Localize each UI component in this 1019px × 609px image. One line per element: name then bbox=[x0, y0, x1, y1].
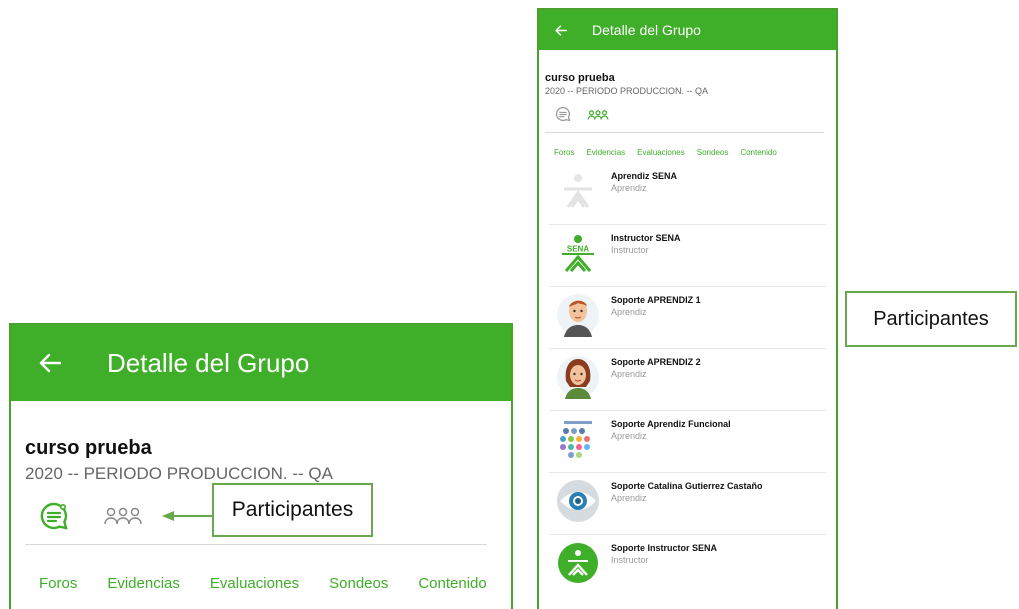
chat-bubble-icon[interactable] bbox=[555, 106, 571, 122]
participant-name: Aprendiz SENA bbox=[611, 171, 678, 181]
tab-bar: Foros Evidencias Evaluaciones Sondeos Co… bbox=[25, 575, 511, 592]
tab-sondeos[interactable]: Sondeos bbox=[329, 575, 388, 592]
divider bbox=[545, 132, 824, 133]
course-period: 2020 -- PERIODO PRODUCCION. -- QA bbox=[545, 86, 709, 96]
people-group-icon[interactable] bbox=[103, 505, 143, 527]
participant-name: Instructor SENA bbox=[611, 233, 681, 243]
participant-name: Soporte Aprendiz Funcional bbox=[611, 419, 731, 429]
arrow-left-icon[interactable] bbox=[33, 346, 67, 380]
sena-faded-logo-icon bbox=[556, 169, 600, 213]
participant-role: Aprendiz bbox=[611, 493, 647, 503]
tab-evaluaciones[interactable]: Evaluaciones bbox=[637, 148, 685, 157]
participants-callout: Participantes bbox=[845, 291, 1017, 347]
tab-foros[interactable]: Foros bbox=[554, 148, 574, 157]
participant-role: Aprendiz bbox=[611, 431, 647, 441]
list-item[interactable]: Soporte APRENDIZ 2 Aprendiz bbox=[539, 349, 836, 411]
tab-evidencias[interactable]: Evidencias bbox=[107, 575, 180, 592]
participant-name: Soporte Instructor SENA bbox=[611, 543, 718, 553]
app-bar: Detalle del Grupo bbox=[11, 325, 511, 401]
female-avatar-icon bbox=[556, 355, 600, 399]
list-item[interactable]: Soporte Aprendiz Funcional Aprendiz bbox=[539, 411, 836, 473]
tab-evidencias[interactable]: Evidencias bbox=[586, 148, 625, 157]
people-group-icon[interactable] bbox=[587, 108, 609, 120]
full-group-detail-panel: Detalle del Grupo curso prueba 2020 -- P… bbox=[537, 8, 838, 609]
arrow-left-icon[interactable] bbox=[552, 21, 570, 39]
divider bbox=[25, 544, 487, 545]
participants-callout: Participantes bbox=[212, 483, 373, 537]
sena-circle-avatar-icon bbox=[556, 541, 600, 585]
eye-avatar-icon bbox=[556, 479, 600, 523]
participant-role: Aprendiz bbox=[611, 369, 647, 379]
tab-sondeos[interactable]: Sondeos bbox=[697, 148, 729, 157]
male-avatar-icon bbox=[556, 293, 600, 337]
svg-text:SENA: SENA bbox=[567, 245, 589, 254]
list-item[interactable]: SENA Instructor SENA Instructor bbox=[539, 225, 836, 287]
participant-name: Soporte APRENDIZ 2 bbox=[611, 357, 701, 367]
participants-list: Aprendiz SENA Aprendiz SENA Instructor S… bbox=[539, 163, 836, 597]
chat-bubble-icon[interactable] bbox=[39, 501, 69, 531]
course-name: curso prueba bbox=[25, 437, 152, 459]
page-title: Detalle del Grupo bbox=[107, 347, 310, 378]
app-bar: Detalle del Grupo bbox=[539, 10, 836, 50]
course-name: curso prueba bbox=[545, 72, 615, 84]
participant-name: Soporte Catalina Gutierrez Castaño bbox=[611, 481, 763, 491]
tab-bar: Foros Evidencias Evaluaciones Sondeos Co… bbox=[545, 148, 836, 157]
tab-contenido[interactable]: Contenido bbox=[418, 575, 486, 592]
list-item[interactable]: Soporte APRENDIZ 1 Aprendiz bbox=[539, 287, 836, 349]
zoomed-group-detail-panel: Detalle del Grupo curso prueba 2020 -- P… bbox=[9, 323, 513, 609]
tab-foros[interactable]: Foros bbox=[39, 575, 77, 592]
participant-role: Aprendiz bbox=[611, 183, 647, 193]
tab-evaluaciones[interactable]: Evaluaciones bbox=[210, 575, 299, 592]
participant-role: Instructor bbox=[611, 245, 649, 255]
list-item[interactable]: Soporte Catalina Gutierrez Castaño Apren… bbox=[539, 473, 836, 535]
tab-contenido[interactable]: Contenido bbox=[740, 148, 776, 157]
participant-name: Soporte APRENDIZ 1 bbox=[611, 295, 701, 305]
participant-role: Aprendiz bbox=[611, 307, 647, 317]
list-item[interactable]: Aprendiz SENA Aprendiz bbox=[539, 163, 836, 225]
dots-avatar-icon bbox=[556, 417, 600, 461]
callout-arrow-icon bbox=[162, 511, 214, 521]
sena-logo-icon: SENA bbox=[556, 231, 600, 275]
course-period: 2020 -- PERIODO PRODUCCION. -- QA bbox=[25, 464, 333, 483]
list-item[interactable]: Soporte Instructor SENA Instructor bbox=[539, 535, 836, 597]
participant-role: Instructor bbox=[611, 555, 649, 565]
page-title: Detalle del Grupo bbox=[592, 22, 701, 38]
